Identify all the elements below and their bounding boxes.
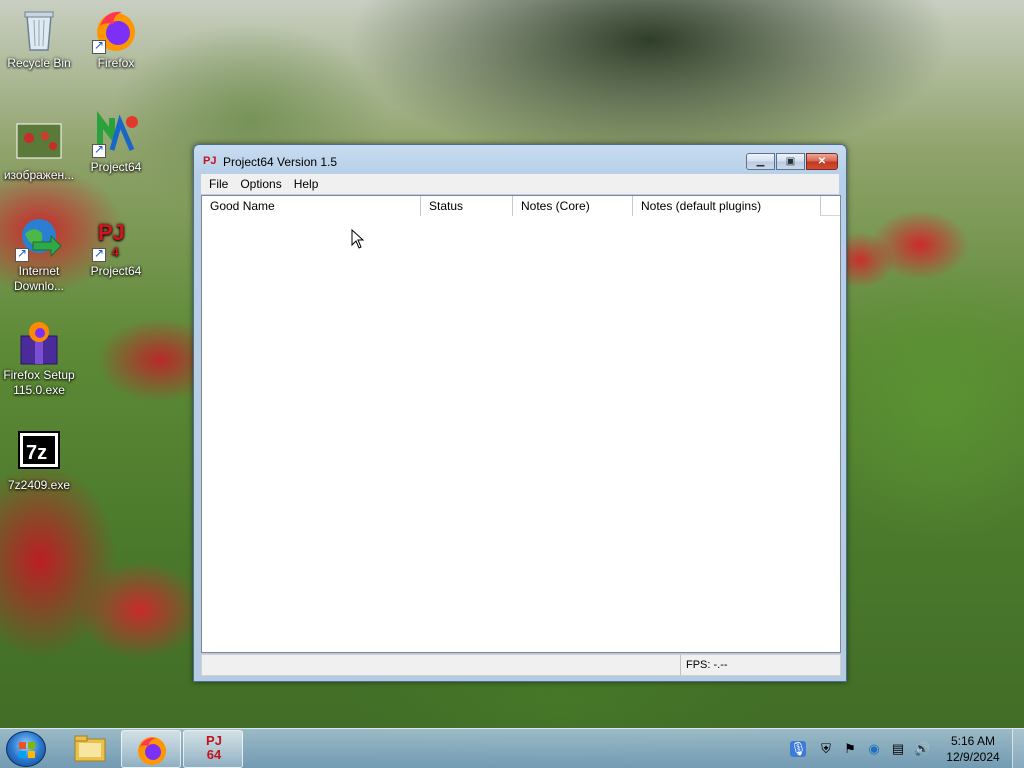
desktop-icon-project64-b[interactable]: PJ 4 Project64 [78,214,154,279]
project64-pj-icon: PJ 4 [92,214,140,262]
column-header-status[interactable]: Status [421,196,513,216]
taskbar-project64-button[interactable]: PJ 64 [183,730,243,768]
desktop-icon-label: Project64 [90,160,142,174]
close-icon: ✕ [817,156,827,167]
desktop-icon-label: Firefox [97,56,135,70]
firefox-icon [92,6,140,54]
desktop-icon-project64-a[interactable]: Project64 [78,110,154,175]
shortcut-arrow-icon [92,246,106,262]
desktop-icon-label: Internet Downlo... [13,264,65,293]
menu-help[interactable]: Help [288,177,325,191]
desktop-icon-internet-download-manager[interactable]: Internet Downlo... [1,214,77,294]
desktop-icon-label: Project64 [90,264,142,278]
column-header-notes-core[interactable]: Notes (Core) [513,196,633,216]
taskbar: PJ 64 🎙 ⛨ ⚑ ◉ ▤ 🔊 5:16 AM 12/9/2024 [0,728,1024,768]
shortcut-arrow-icon [92,38,106,54]
network-globe-icon[interactable]: ◉ [866,741,882,757]
image-file-icon [15,118,63,166]
recycle-bin-icon [15,6,63,54]
maximize-icon: ▣ [785,156,796,167]
clock-date: 12/9/2024 [946,750,1000,764]
microphone-icon[interactable]: 🎙 [790,741,807,757]
rom-list-header: Good Name Status Notes (Core) Notes (def… [202,196,840,216]
show-desktop-button[interactable] [1012,729,1024,768]
window-titlebar[interactable]: PJ Project64 Version 1.5 ▁ ▣ ✕ [194,145,846,177]
desktop-icon-label: 7z2409.exe [7,478,71,492]
svg-text:4: 4 [112,245,119,259]
maximize-button[interactable]: ▣ [776,153,805,170]
firefox-icon [138,737,166,765]
desktop-icon-firefox[interactable]: Firefox [78,6,154,71]
rom-list[interactable]: Good Name Status Notes (Core) Notes (def… [201,195,841,653]
desktop-icon-label: Recycle Bin [7,56,71,70]
taskbar-explorer-button[interactable] [60,730,120,768]
desktop-icon-firefox-setup[interactable]: Firefox Setup 115.0.exe [1,318,77,398]
globe-download-icon [15,214,63,262]
minimize-icon: ▁ [756,156,765,167]
shortcut-arrow-icon [92,142,106,158]
desktop-icon-7zip[interactable]: 7z 7z2409.exe [1,428,77,493]
column-header-notes-plugins[interactable]: Notes (default plugins) [633,196,821,216]
desktop-icon-label: изображен... [3,168,75,182]
action-center-flag-icon[interactable]: ⚑ [842,741,858,757]
menu-options[interactable]: Options [234,177,287,191]
window-title: Project64 Version 1.5 [223,155,338,169]
mouse-cursor-icon [351,229,365,249]
svg-text:PJ: PJ [98,220,125,245]
column-header-good-name[interactable]: Good Name [202,196,421,216]
desktop-icon-image[interactable]: изображен... [1,118,77,183]
svg-text:7z: 7z [26,442,47,464]
desktop-icon-label: Firefox Setup 115.0.exe [3,368,75,397]
project64-window: PJ Project64 Version 1.5 ▁ ▣ ✕ File Opti… [193,144,847,682]
menu-bar: File Options Help [201,174,839,194]
folder-icon [74,735,106,762]
taskbar-firefox-button[interactable] [121,730,181,768]
clock-time: 5:16 AM [950,734,996,748]
installer-box-icon [15,318,63,366]
network-icon[interactable]: ▤ [890,741,906,757]
project64-n64-icon [92,110,140,158]
volume-icon[interactable]: 🔊 [914,741,930,757]
close-button[interactable]: ✕ [806,153,838,170]
status-bar: FPS: -.-- [201,654,841,676]
minimize-button[interactable]: ▁ [746,153,775,170]
7zip-icon: 7z [15,428,63,476]
menu-file[interactable]: File [203,177,234,191]
fps-readout: FPS: -.-- [680,655,728,675]
project64-taskbar-icon: PJ 64 [206,733,222,762]
start-button[interactable] [6,731,46,767]
clock[interactable]: 5:16 AM 12/9/2024 [940,733,1006,765]
security-shield-icon[interactable]: ⛨ [818,741,834,757]
project64-app-icon: PJ [203,155,217,167]
shortcut-arrow-icon [15,246,29,262]
desktop-icon-recycle-bin[interactable]: Recycle Bin [1,6,77,71]
